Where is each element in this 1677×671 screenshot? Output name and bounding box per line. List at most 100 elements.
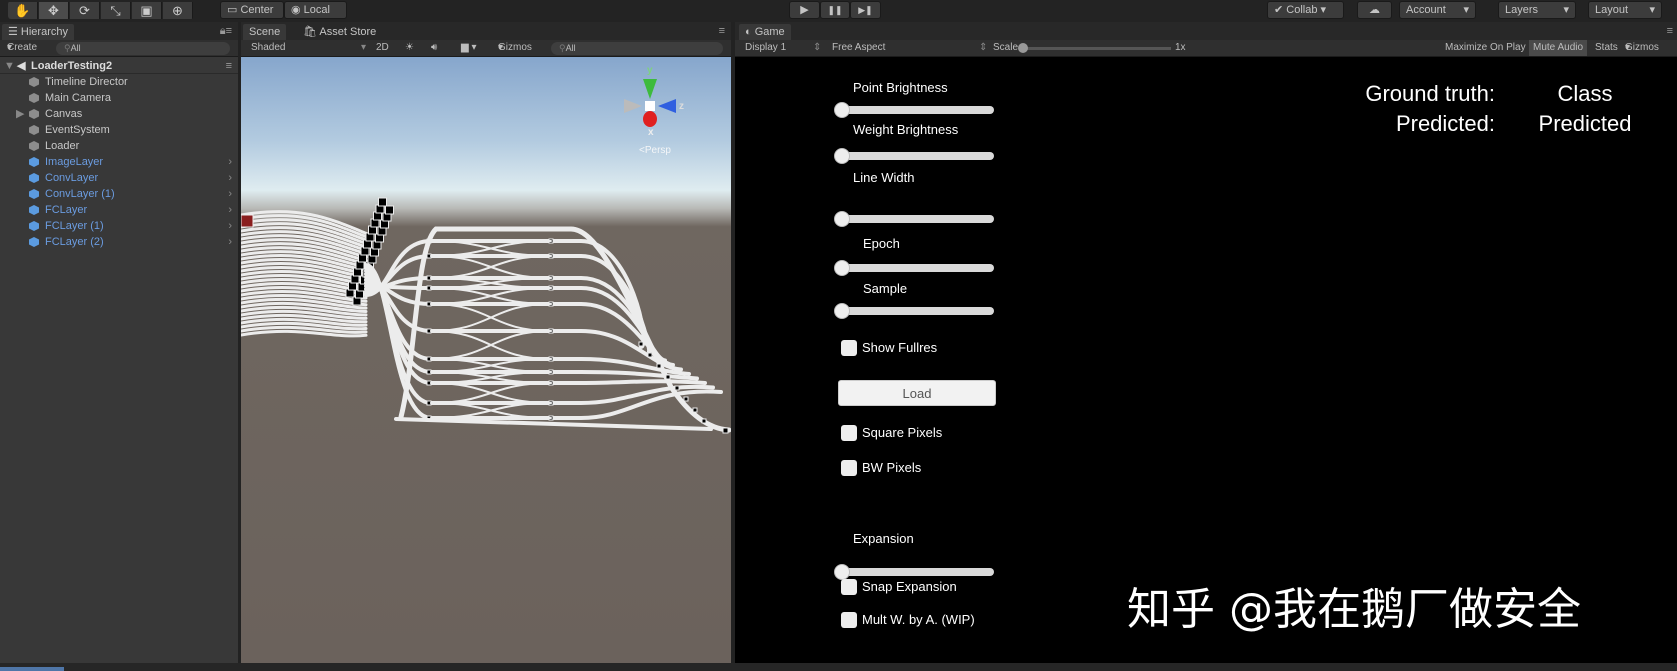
layout-dropdown[interactable]: Layout ▾ — [1588, 1, 1662, 19]
slider[interactable] — [834, 260, 994, 276]
slider[interactable] — [834, 148, 994, 164]
slider-knob[interactable] — [834, 211, 850, 227]
shading-dropdown[interactable]: Shaded — [251, 40, 285, 56]
slider[interactable] — [834, 102, 994, 118]
hierarchy-item[interactable]: ▶ Canvas — [0, 106, 238, 122]
expand-arrow-icon[interactable]: ▶ — [16, 106, 24, 122]
output-node — [638, 341, 644, 347]
input-image-node — [241, 214, 254, 228]
z-axis-cone-icon[interactable] — [658, 99, 676, 113]
hierarchy-item[interactable]: FCLayer › — [0, 202, 238, 218]
checkbox[interactable] — [841, 612, 857, 628]
load-button[interactable]: Load — [838, 380, 996, 406]
slider-knob[interactable] — [834, 303, 850, 319]
slider-knob[interactable] — [834, 102, 850, 118]
chevron-updown-icon: ⇕ — [813, 42, 822, 53]
slider-knob[interactable] — [834, 564, 850, 580]
hierarchy-item[interactable]: FCLayer (1) › — [0, 218, 238, 234]
stats-toggle[interactable]: Stats — [1595, 40, 1618, 56]
lock-menu-icon[interactable]: 🔒︎≡ — [220, 25, 232, 38]
layers-dropdown[interactable]: Layers ▾ — [1498, 1, 1576, 19]
pause-button[interactable]: ❚❚ — [820, 1, 850, 19]
menu-icon[interactable]: ≡ — [226, 58, 232, 74]
game-icon: ◐ — [745, 26, 752, 38]
checkbox[interactable] — [841, 340, 857, 356]
lighting-icon[interactable]: ☀ — [405, 40, 414, 56]
hierarchy-item[interactable]: ImageLayer › — [0, 154, 238, 170]
y-axis-cone-icon[interactable] — [643, 79, 657, 99]
center-cube-icon[interactable] — [645, 101, 655, 111]
2d-toggle[interactable]: 2D — [376, 40, 389, 56]
hierarchy-item[interactable]: ConvLayer › — [0, 170, 238, 186]
rotate-icon[interactable]: ⟳ — [70, 2, 100, 19]
slider[interactable] — [834, 564, 994, 580]
step-button[interactable]: ▶❚ — [850, 1, 881, 19]
display-dropdown[interactable]: Display 1 — [745, 40, 786, 56]
collab-label: Collab — [1286, 4, 1318, 16]
slider-label: Expansion — [853, 531, 914, 546]
scene-tabbar: Scene 🛍︎ Asset Store ≡ — [241, 22, 731, 40]
chevron-right-icon[interactable]: › — [228, 186, 232, 202]
collab-button[interactable]: ✔ Collab ▾ — [1267, 1, 1344, 19]
gizmos-toggle[interactable]: Gizmos ▾ — [1625, 40, 1659, 56]
audio-icon[interactable]: 🔊︎ — [431, 40, 437, 56]
tab-asset-store[interactable]: 🛍︎ Asset Store — [297, 24, 382, 40]
account-dropdown[interactable]: Account ▾ — [1399, 1, 1476, 19]
slider-knob[interactable] — [834, 148, 850, 164]
slider-thumb[interactable] — [1018, 43, 1028, 53]
hand-icon[interactable]: ✋ — [8, 2, 38, 19]
rect-icon[interactable]: ▣ — [132, 2, 162, 19]
tab-hierarchy[interactable]: ☰ Hierarchy — [2, 24, 74, 40]
output-node — [683, 396, 689, 402]
transform-icon[interactable]: ⊕ — [163, 2, 193, 19]
hierarchy-search-input[interactable]: ⚲ All — [56, 42, 230, 55]
scale-icon[interactable]: ⤡ — [101, 2, 131, 19]
hierarchy-item[interactable]: Loader — [0, 138, 238, 154]
scene-search-input[interactable]: ⚲ All — [551, 42, 723, 55]
scale-slider[interactable] — [1018, 43, 1171, 53]
cloud-button[interactable]: ☁ — [1357, 1, 1392, 19]
chevron-right-icon[interactable]: › — [228, 154, 232, 170]
pivot-local-button[interactable]: ◉ Local — [284, 1, 347, 19]
move-icon[interactable]: ✥ — [39, 2, 69, 19]
chevron-right-icon[interactable]: › — [228, 170, 232, 186]
menu-icon[interactable]: ≡ — [719, 25, 725, 37]
chevron-right-icon[interactable]: › — [228, 218, 232, 234]
pivot-center-button[interactable]: ▭ Center — [220, 1, 284, 19]
aspect-dropdown[interactable]: Free Aspect — [832, 40, 885, 56]
menu-icon[interactable]: ≡ — [1667, 25, 1673, 37]
hierarchy-item[interactable]: Main Camera — [0, 90, 238, 106]
hierarchy-item[interactable]: Timeline Director — [0, 74, 238, 90]
chevron-right-icon[interactable]: › — [228, 202, 232, 218]
slider[interactable] — [834, 211, 994, 227]
hierarchy-item[interactable]: FCLayer (2) › — [0, 234, 238, 250]
projection-label[interactable]: <Persp — [639, 145, 671, 156]
play-button[interactable]: ▶ — [789, 1, 820, 19]
x-axis-cone-icon[interactable] — [643, 111, 657, 127]
scene-root[interactable]: ▼ ◀ LoaderTesting2 ≡ — [0, 58, 238, 74]
chevron-right-icon[interactable]: › — [228, 234, 232, 250]
effects-icon[interactable]: ▆ ▾ — [461, 40, 477, 56]
create-dropdown[interactable]: Create ▾ — [7, 40, 37, 56]
tab-scene[interactable]: Scene — [243, 24, 287, 40]
gizmos-dropdown[interactable]: Gizmos ▾ — [498, 40, 532, 56]
neg-x-cone-icon[interactable] — [624, 99, 642, 113]
scene-viewport[interactable]: y z x <Persp — [241, 57, 731, 663]
mute-audio-toggle[interactable]: Mute Audio — [1529, 40, 1588, 56]
tab-game[interactable]: ◐ Game — [739, 24, 791, 40]
maximize-on-play-toggle[interactable]: Maximize On Play — [1445, 40, 1526, 56]
cloud-icon: ☁ — [1369, 4, 1380, 16]
hierarchy-item[interactable]: ConvLayer (1) › — [0, 186, 238, 202]
checkbox-label: BW Pixels — [862, 460, 922, 475]
checkbox[interactable] — [841, 579, 857, 595]
checkbox[interactable] — [841, 460, 857, 476]
create-label: Create — [7, 42, 38, 53]
hierarchy-item[interactable]: EventSystem — [0, 122, 238, 138]
expand-arrow-icon[interactable]: ▼ — [4, 58, 15, 74]
slider-knob[interactable] — [834, 260, 850, 276]
progress-bar — [0, 667, 64, 671]
slider[interactable] — [834, 303, 994, 319]
checkbox[interactable] — [841, 425, 857, 441]
gameobject-cube-icon — [29, 77, 39, 87]
scene-gizmo[interactable]: y z x <Persp — [623, 65, 693, 156]
